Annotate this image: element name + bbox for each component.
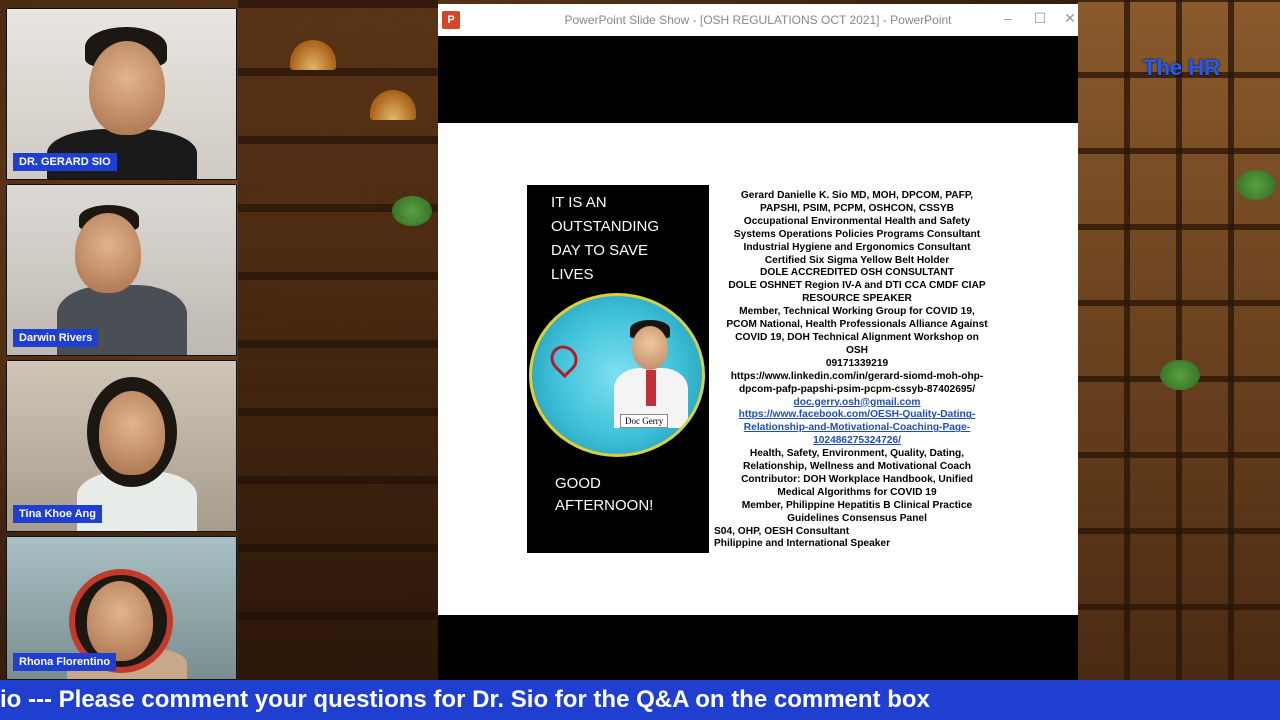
- poster-greeting-top: IT IS AN OUTSTANDING DAY TO SAVE LIVES: [551, 191, 659, 287]
- speaker-bio: Gerard Danielle K. Sio MD, MOH, DPCOM, P…: [714, 190, 1000, 551]
- background-plant: [392, 196, 432, 226]
- doctor-tie: [646, 370, 656, 406]
- bio-line: DOLE ACCREDITED OSH CONSULTANT: [760, 267, 954, 279]
- poster-line: DAY TO SAVE: [551, 242, 648, 259]
- bio-line: Health, Safety, Environment, Quality, Da…: [749, 448, 965, 460]
- doctor-face: [632, 326, 668, 370]
- bio-line: OSH: [845, 344, 869, 356]
- poster-line: LIVES: [551, 266, 594, 283]
- heart-icon: [544, 339, 584, 379]
- bio-line: Contributor: DOH Workplace Handbook, Uni…: [741, 473, 973, 485]
- participant-face: [89, 41, 165, 135]
- doctor-badge-logo: Doc Gerry: [529, 293, 705, 457]
- bio-line: Gerard Danielle K. Sio MD, MOH, DPCOM, P…: [740, 190, 974, 201]
- window-title: PowerPoint Slide Show - [OSH REGULATIONS…: [564, 13, 952, 27]
- window-titlebar: P PowerPoint Slide Show - [OSH REGULATIO…: [438, 4, 1078, 36]
- maximize-icon[interactable]: ☐: [1028, 10, 1052, 27]
- minimize-icon[interactable]: –: [996, 10, 1020, 26]
- brand-logo: The HR: [1143, 55, 1220, 80]
- background-plant: [1160, 360, 1200, 390]
- bio-line: Certified Six Sigma Yellow Belt Holder: [764, 254, 950, 266]
- poster-line: AFTERNOON!: [555, 497, 654, 514]
- participant-tile[interactable]: Darwin Rivers: [6, 184, 237, 356]
- poster-line: IT IS AN: [551, 194, 607, 211]
- participant-name: DR. GERARD SIO: [13, 153, 117, 171]
- bio-line: Guidelines Consensus Panel: [787, 512, 927, 524]
- participant-face: [87, 581, 153, 661]
- bio-line: Member, Technical Working Group for COVI…: [739, 306, 975, 318]
- bio-line: Occupational Environmental Health and Sa…: [743, 215, 971, 227]
- email-link[interactable]: doc.gerry.osh@gmail.com: [714, 397, 1000, 410]
- bio-line: Relationship, Wellness and Motivational …: [743, 461, 971, 473]
- bio-line: Philippine and International Speaker: [714, 538, 891, 550]
- ticker-text: io --- Please comment your questions for…: [0, 686, 930, 713]
- bio-line: Systems Operations Policies Programs Con…: [733, 228, 981, 240]
- participant-tile[interactable]: DR. GERARD SIO: [6, 8, 237, 180]
- participant-face: [99, 391, 165, 475]
- bio-line: Medical Algorithms for COVID 19: [777, 486, 937, 498]
- badge-label: Doc Gerry: [620, 414, 669, 428]
- bio-line: 09171339219: [825, 357, 889, 369]
- bio-line: Industrial Hygiene and Ergonomics Consul…: [743, 241, 971, 253]
- background-shelves-right: [1078, 0, 1280, 680]
- poster-greeting-bottom: GOOD AFTERNOON!: [555, 473, 653, 517]
- participant-name: Rhona Florentino: [13, 653, 117, 671]
- facebook-link[interactable]: 102486275324726/: [714, 435, 1000, 448]
- poster-line: GOOD: [555, 475, 601, 492]
- facebook-link[interactable]: Relationship-and-Motivational-Coaching-P…: [714, 422, 1000, 435]
- bio-line: PCOM National, Health Professionals Alli…: [726, 319, 988, 331]
- bio-line: DOLE OSHNET Region IV-A and DTI CCA CMDF…: [728, 280, 986, 292]
- comment-ticker-banner: io --- Please comment your questions for…: [0, 680, 1280, 720]
- participant-tile[interactable]: Tina Khoe Ang: [6, 360, 237, 532]
- bio-line: https://www.linkedin.com/in/gerard-siomd…: [730, 370, 984, 382]
- participant-tile[interactable]: Rhona Florentino: [6, 536, 237, 680]
- facebook-link[interactable]: https://www.facebook.com/OESH-Quality-Da…: [714, 409, 1000, 422]
- slide-canvas: IT IS AN OUTSTANDING DAY TO SAVE LIVES D…: [438, 123, 1078, 615]
- poster-line: OUTSTANDING: [551, 218, 660, 235]
- bio-line: COVID 19, DOH Technical Alignment Worksh…: [735, 331, 979, 343]
- bio-line: Member, Philippine Hepatitis B Clinical …: [741, 499, 973, 511]
- bio-line: S04, OHP, OESH Consultant: [714, 525, 850, 537]
- bio-line: RESOURCE SPEAKER: [802, 293, 912, 305]
- close-icon[interactable]: ✕: [1058, 10, 1082, 27]
- participant-name: Darwin Rivers: [13, 329, 99, 347]
- poster-image: IT IS AN OUTSTANDING DAY TO SAVE LIVES D…: [527, 185, 709, 553]
- bio-line: dpcom-pafp-papshi-psim-pcpm-cssyb-874026…: [738, 383, 976, 395]
- participant-name: Tina Khoe Ang: [13, 505, 102, 523]
- background-plant: [1236, 170, 1276, 200]
- participant-face: [75, 213, 141, 293]
- powerpoint-window: P PowerPoint Slide Show - [OSH REGULATIO…: [438, 4, 1078, 680]
- bio-line: PAPSHI, PSIM, PCPM, OSHCON, CSSYB: [760, 202, 954, 214]
